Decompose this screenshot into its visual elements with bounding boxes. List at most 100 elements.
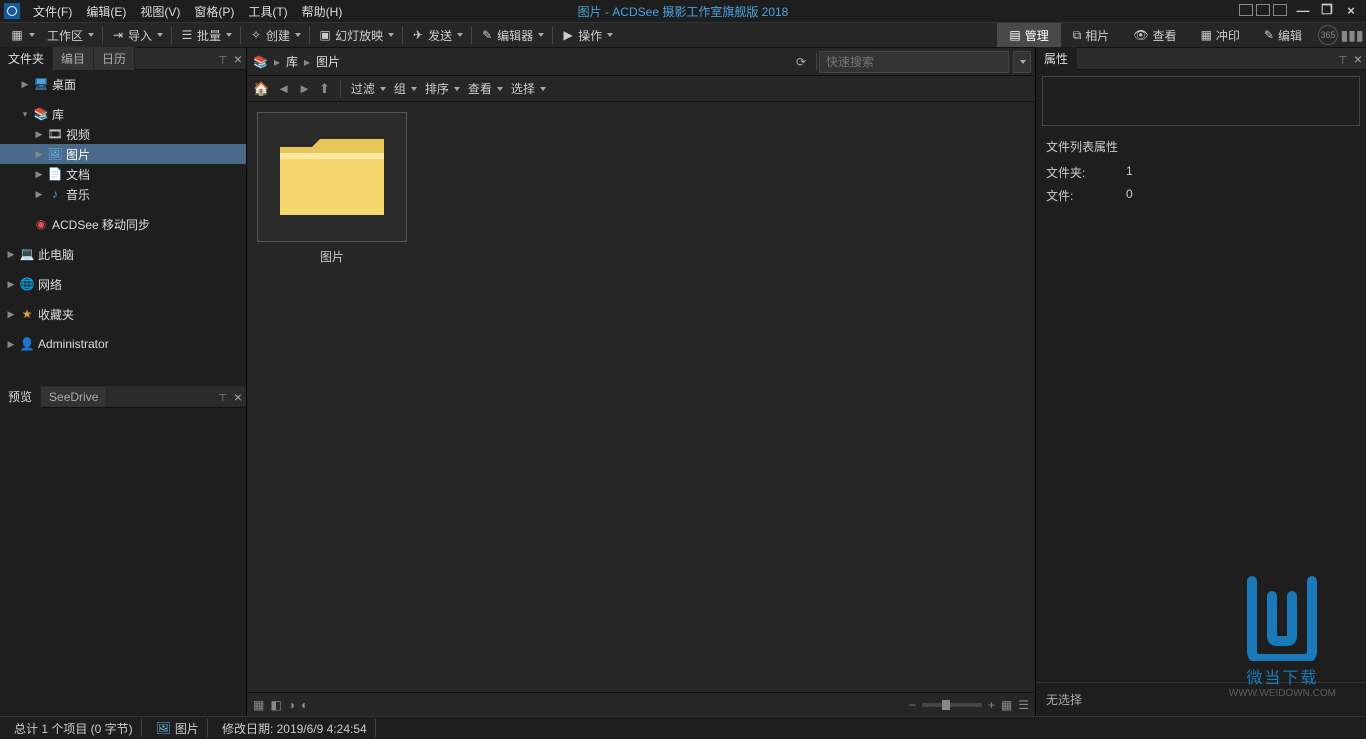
dashboard-icon[interactable]: ▮▮▮ (1342, 25, 1362, 45)
menu-file[interactable]: 文件(F) (26, 1, 79, 22)
menubar: 文件(F) 编辑(E) 视图(V) 窗格(P) 工具(T) 帮助(H) 图片 -… (0, 0, 1366, 22)
status-items: 总计 1 个项目 (0 字节) (6, 719, 142, 737)
menu-tools[interactable]: 工具(T) (241, 1, 294, 22)
maximize-button[interactable]: ❐ (1318, 2, 1336, 18)
send-button[interactable]: ✈发送 (405, 25, 469, 46)
tab-folders[interactable]: 文件夹 (0, 47, 53, 70)
file-list[interactable]: 图片 (247, 102, 1035, 692)
folder-thumb[interactable]: 图片 (257, 112, 407, 271)
file-toolbar: 🏠 ◄ ► ⬆ 过滤 组 排序 查看 选择 (247, 76, 1035, 102)
menu-panes[interactable]: 窗格(P) (187, 1, 241, 22)
center-panel: 📚 ▸ 库 ▸ 图片 ⟳ 🏠 ◄ ► ⬆ 过滤 组 排序 查看 选择 (247, 48, 1036, 716)
workspace-button[interactable]: 工作区 (41, 25, 100, 46)
back-icon[interactable]: ◄ (277, 81, 290, 96)
layout-icon[interactable] (1256, 4, 1270, 16)
tab-calendar[interactable]: 日历 (94, 47, 135, 70)
close-icon[interactable] (234, 51, 242, 67)
home-icon[interactable]: 🏠 (253, 81, 269, 97)
select-button[interactable]: 选择 (511, 80, 546, 97)
tab-properties[interactable]: 属性 (1036, 47, 1077, 70)
pin-icon[interactable] (218, 390, 228, 404)
selection-preview (1042, 76, 1360, 126)
menu-help[interactable]: 帮助(H) (295, 1, 350, 22)
address-bar: 📚 ▸ 库 ▸ 图片 ⟳ (247, 48, 1035, 76)
mode-photo[interactable]: ⧉相片 (1061, 23, 1122, 47)
search-input[interactable] (819, 51, 1009, 73)
action-button[interactable]: ▶操作 (555, 25, 619, 46)
toggle-pane-icon[interactable]: ▦ (4, 26, 41, 44)
tree-sync[interactable]: ◉ACDSee 移动同步 (0, 214, 246, 234)
batch-button[interactable]: ☰批量 (174, 25, 238, 46)
mode-tabs: ▤管理 ⧉相片 👁查看 ▦冲印 ✎编辑 365 ▮▮▮ (997, 23, 1362, 47)
minimize-button[interactable]: — (1294, 3, 1312, 18)
crumb-current[interactable]: 图片 (316, 53, 340, 70)
tab-seedrive[interactable]: SeeDrive (41, 387, 107, 407)
thumb-view-icon[interactable]: ▦ (1001, 698, 1012, 712)
detail-view-icon[interactable]: ☰ (1018, 698, 1029, 712)
import-button[interactable]: ⇥导入 (105, 25, 169, 46)
zoom-in-icon[interactable]: + (988, 698, 995, 712)
footer-icon[interactable]: ▦ (253, 698, 264, 712)
tab-preview[interactable]: 预览 (0, 385, 41, 408)
crumb-root[interactable]: 库 (286, 53, 298, 70)
app-icon (4, 3, 20, 19)
pin-icon[interactable] (218, 52, 228, 66)
filter-button[interactable]: 过滤 (351, 80, 386, 97)
create-button[interactable]: ✧创建 (243, 25, 307, 46)
zoom-out-icon[interactable]: − (909, 698, 916, 712)
tree-admin[interactable]: ▶👤Administrator (0, 334, 246, 354)
tree-pictures[interactable]: ▶🖼图片 (0, 144, 246, 164)
mode-edit[interactable]: ✎编辑 (1252, 23, 1314, 47)
pin-icon[interactable] (1338, 52, 1348, 66)
search-dropdown[interactable] (1013, 51, 1031, 73)
forward-icon[interactable]: ► (298, 81, 311, 96)
footer-icon[interactable]: ◧ (270, 698, 281, 712)
close-icon[interactable] (1354, 51, 1362, 67)
tree-videos[interactable]: ▶🎞视频 (0, 124, 246, 144)
zoom-slider[interactable] (922, 703, 982, 707)
tree-documents[interactable]: ▶📄文档 (0, 164, 246, 184)
bottom-tabs: 预览 SeeDrive (0, 386, 246, 408)
main-toolbar: ▦ 工作区 ⇥导入 ☰批量 ✧创建 ▣幻灯放映 ✈发送 ✎编辑器 ▶操作 ▤管理… (0, 22, 1366, 48)
mode-view[interactable]: 👁查看 (1121, 23, 1188, 47)
tree-desktop[interactable]: ▶🖥桌面 (0, 74, 246, 94)
left-panel: 文件夹 编目 日历 ▶🖥桌面 ▾📚库 ▶🎞视频 ▶🖼图片 ▶📄文档 ▶♪音乐 ◉… (0, 48, 247, 716)
window-title: 图片 - ACDSee 摄影工作室旗舰版 2018 (578, 3, 789, 20)
layout-icon[interactable] (1239, 4, 1253, 16)
layout-icon[interactable] (1273, 4, 1287, 16)
mode-develop[interactable]: ▦冲印 (1189, 23, 1252, 47)
library-icon: 📚 (253, 55, 268, 69)
refresh-icon[interactable]: ⟳ (796, 55, 806, 69)
tree-thispc[interactable]: ▶💻此电脑 (0, 244, 246, 264)
status-modified: 修改日期: 2019/6/9 4:24:54 (214, 719, 376, 737)
group-button[interactable]: 组 (394, 80, 417, 97)
menu-view[interactable]: 视图(V) (133, 1, 187, 22)
365-icon[interactable]: 365 (1318, 25, 1338, 45)
view-button[interactable]: 查看 (468, 80, 503, 97)
folder-tree: ▶🖥桌面 ▾📚库 ▶🎞视频 ▶🖼图片 ▶📄文档 ▶♪音乐 ◉ACDSee 移动同… (0, 70, 246, 386)
prop-files: 文件:0 (1036, 184, 1366, 207)
mode-manage[interactable]: ▤管理 (997, 23, 1060, 47)
tree-favorites[interactable]: ▶★收藏夹 (0, 304, 246, 324)
footer-icon[interactable]: ◐ (301, 698, 308, 712)
file-footer: ▦ ◧ ◑ ◐ − + ▦ ☰ (247, 692, 1035, 716)
tree-music[interactable]: ▶♪音乐 (0, 184, 246, 204)
main-area: 文件夹 编目 日历 ▶🖥桌面 ▾📚库 ▶🎞视频 ▶🖼图片 ▶📄文档 ▶♪音乐 ◉… (0, 48, 1366, 716)
menu-edit[interactable]: 编辑(E) (79, 1, 133, 22)
status-location: 🖼图片 (148, 719, 208, 737)
tree-network[interactable]: ▶🌐网络 (0, 274, 246, 294)
tree-libraries[interactable]: ▾📚库 (0, 104, 246, 124)
thumb-caption: 图片 (257, 242, 407, 271)
tab-catalog[interactable]: 编目 (53, 47, 94, 70)
window-controls: — ❐ × (1239, 2, 1360, 18)
close-button[interactable]: × (1342, 3, 1360, 18)
folder-icon (272, 127, 392, 227)
prop-section-title: 文件列表属性 (1036, 132, 1366, 161)
close-icon[interactable] (234, 389, 242, 405)
editor-button[interactable]: ✎编辑器 (474, 25, 550, 46)
up-icon[interactable]: ⬆ (319, 81, 330, 97)
slideshow-button[interactable]: ▣幻灯放映 (312, 25, 400, 46)
breadcrumb[interactable]: 📚 ▸ 库 ▸ 图片 (247, 53, 796, 70)
sort-button[interactable]: 排序 (425, 80, 460, 97)
footer-icon[interactable]: ◑ (288, 698, 295, 712)
